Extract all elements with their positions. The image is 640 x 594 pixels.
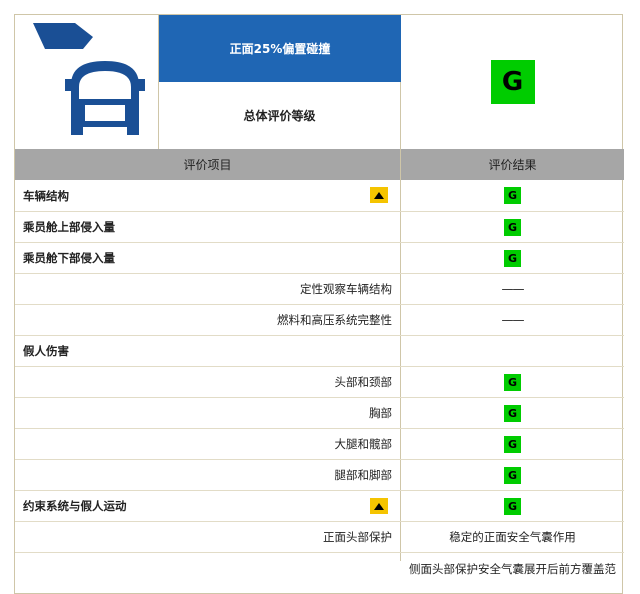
row-label-cell: 头部和颈部 <box>15 367 401 397</box>
column-header-item: 评价项目 <box>15 149 401 180</box>
row-result-cell: —— <box>401 305 624 335</box>
table-row: 腿部和脚部 G <box>15 459 624 490</box>
row-label-cell: 车辆结构 <box>15 180 401 211</box>
result-text: —— <box>501 282 525 296</box>
overall-grade-cell: G <box>401 15 624 149</box>
table-row: 乘员舱下部侵入量 G <box>15 242 624 273</box>
row-label: 约束系统与假人运动 <box>23 499 127 513</box>
result-text: 稳定的正面安全气囊作用 <box>449 530 576 544</box>
row-label-cell: 正面头部保护 <box>15 522 401 552</box>
grade-badge: G <box>504 497 521 515</box>
row-result-cell: —— <box>401 274 624 304</box>
column-header-result: 评价结果 <box>488 158 537 172</box>
row-label: 正面头部保护 <box>323 530 392 544</box>
grade-badge: G <box>504 435 521 453</box>
row-label: 头部和颈部 <box>334 375 393 389</box>
test-name: 正面25%偏置碰撞 <box>159 15 401 82</box>
grade-badge: G <box>504 466 521 484</box>
grade-badge: G <box>504 373 521 391</box>
row-label-cell: 乘员舱上部侵入量 <box>15 212 401 242</box>
result-text: —— <box>501 313 525 327</box>
row-label: 胸部 <box>369 406 392 420</box>
row-label-cell: 大腿和髋部 <box>15 429 401 459</box>
grade-badge: G <box>504 187 521 204</box>
grade-badge: G <box>504 404 521 422</box>
table-row: 约束系统与假人运动 G <box>15 490 624 521</box>
table-row: 侧面头部保护安全气囊展开后前方覆盖范 <box>15 552 624 592</box>
overall-grade-badge: G <box>490 60 535 104</box>
row-result-cell: G <box>401 212 624 242</box>
row-label-cell: 燃料和高压系统完整性 <box>15 305 401 335</box>
row-label: 乘员舱下部侵入量 <box>23 251 115 265</box>
rating-table: 正面25%偏置碰撞 总体评价等级 G 评价项目 评价结果 车辆结构 G 乘员舱上部侵… <box>14 14 624 594</box>
row-label-cell: 定性观察车辆结构 <box>15 274 401 304</box>
row-label: 定性观察车辆结构 <box>300 282 392 296</box>
row-label-cell: 腿部和脚部 <box>15 460 401 490</box>
result-text: 侧面头部保护安全气囊展开后前方覆盖范 <box>409 562 616 576</box>
row-label-cell: 胸部 <box>15 398 401 428</box>
row-label: 腿部和脚部 <box>334 468 393 482</box>
table-row: 乘员舱上部侵入量 G <box>15 211 624 242</box>
row-label: 假人伤害 <box>23 344 69 358</box>
row-label: 大腿和髋部 <box>334 437 393 451</box>
rating-rows: 车辆结构 G 乘员舱上部侵入量 G 乘员舱下部侵入量 G 定性观察车辆结构 —— 燃料和高压系统… <box>15 180 624 592</box>
row-result-cell: G <box>401 491 624 521</box>
row-result-cell: 侧面头部保护安全气囊展开后前方覆盖范 <box>401 553 624 577</box>
row-label: 燃料和高压系统完整性 <box>277 313 392 327</box>
row-result-cell <box>401 336 624 366</box>
warning-icon <box>370 498 388 514</box>
table-row: 正面头部保护 稳定的正面安全气囊作用 <box>15 521 624 552</box>
grade-badge: G <box>504 218 521 236</box>
row-result-cell: G <box>401 398 624 428</box>
row-result-cell: 稳定的正面安全气囊作用 <box>401 522 624 552</box>
table-row: 车辆结构 G <box>15 180 624 211</box>
row-result-cell: G <box>401 429 624 459</box>
warning-icon <box>370 187 388 203</box>
table-row: 胸部 G <box>15 397 624 428</box>
table-row: 假人伤害 <box>15 335 624 366</box>
row-result-cell: G <box>401 460 624 490</box>
overall-rating-label: 总体评价等级 <box>159 82 401 149</box>
column-header-row: 评价项目 评价结果 <box>15 149 624 180</box>
row-result-cell: G <box>401 180 624 211</box>
table-row: 定性观察车辆结构 —— <box>15 273 624 304</box>
row-label: 车辆结构 <box>23 188 69 203</box>
grade-badge: G <box>504 249 521 267</box>
row-result-cell: G <box>401 367 624 397</box>
row-label: 乘员舱上部侵入量 <box>23 220 115 234</box>
row-label-cell: 假人伤害 <box>15 336 401 366</box>
row-label-cell <box>15 553 401 561</box>
table-row: 大腿和髋部 G <box>15 428 624 459</box>
car-offset-crash-icon <box>15 15 159 149</box>
table-row: 燃料和高压系统完整性 —— <box>15 304 624 335</box>
row-label-cell: 约束系统与假人运动 <box>15 491 401 521</box>
table-row: 头部和颈部 G <box>15 366 624 397</box>
row-label-cell: 乘员舱下部侵入量 <box>15 243 401 273</box>
row-result-cell: G <box>401 243 624 273</box>
